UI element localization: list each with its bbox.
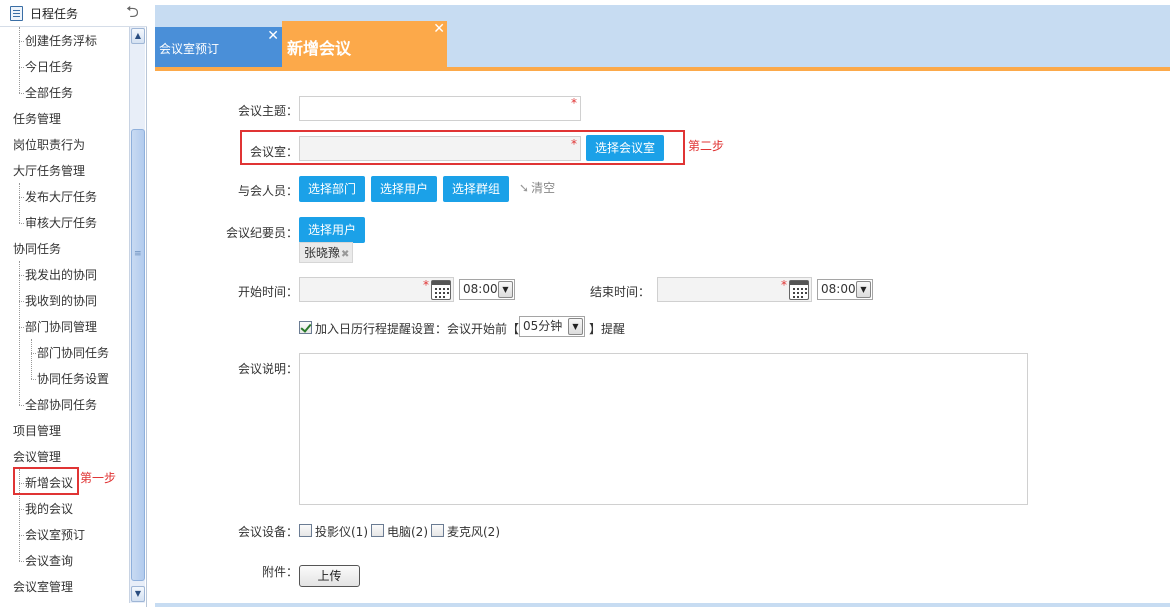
subject-input[interactable] — [299, 96, 581, 121]
select-department-button[interactable]: 选择部门 — [299, 176, 366, 202]
start-time-select[interactable]: 08:00 ▼ — [459, 279, 515, 300]
start-calendar-icon[interactable] — [431, 280, 451, 300]
step1-annotation: 第一步 — [80, 471, 117, 485]
sidebar-item-room-booking[interactable]: 会议室预订 — [25, 524, 85, 546]
attachment-label: 附件： — [261, 565, 298, 579]
attendees-label: 与会人员： — [237, 184, 298, 198]
sidebar-scrollbar[interactable]: ▲ ≡ ▼ — [129, 27, 145, 603]
calendar-reminder-label: 加入日历行程提醒设置：会议开始前【 — [315, 322, 520, 336]
description-textarea[interactable] — [299, 353, 1028, 505]
subject-label: 会议主题： — [237, 104, 298, 118]
remove-tag-icon[interactable]: ✖ — [341, 249, 349, 260]
chevron-down-icon[interactable]: ▼ — [856, 281, 871, 298]
room-input[interactable] — [299, 136, 581, 161]
calendar-icon — [10, 6, 23, 21]
sidebar-item-job-duties[interactable]: 岗位职责行为 — [13, 134, 85, 156]
room-label: 会议室： — [249, 145, 298, 159]
sidebar-item-received-collab[interactable]: 我收到的协同 — [25, 290, 97, 312]
equipment-projector-checkbox[interactable] — [299, 524, 312, 537]
recorder-select-user-button[interactable]: 选择用户 — [299, 217, 366, 243]
select-user-button[interactable]: 选择用户 — [371, 176, 438, 202]
sidebar-item-sent-collab[interactable]: 我发出的协同 — [25, 264, 97, 286]
sidebar-item-review-hall-task[interactable]: 审核大厅任务 — [25, 212, 97, 234]
chevron-down-icon[interactable]: ▼ — [568, 318, 583, 335]
sidebar-item-today-tasks[interactable]: 今日任务 — [25, 56, 73, 78]
equipment-projector-label: 投影仪(1) — [315, 525, 368, 539]
tree-guide-line — [19, 27, 20, 93]
sidebar-item-all-collab-tasks[interactable]: 全部协同任务 — [25, 394, 97, 416]
tree-guide-line — [19, 183, 20, 223]
sidebar-item-collab-task-settings[interactable]: 协同任务设置 — [37, 368, 109, 390]
sidebar-header: 日程任务 ⮌ — [0, 0, 147, 27]
upload-button[interactable]: 上传 — [299, 565, 360, 587]
sidebar: 日程任务 ⮌ 创建任务浮标 今日任务 全部任务 任务管理 岗位职责行为 大厅任务… — [0, 0, 147, 607]
sidebar-item-create-task-float[interactable]: 创建任务浮标 — [25, 30, 97, 52]
sidebar-item-hall-task-management[interactable]: 大厅任务管理 — [13, 160, 85, 182]
equipment-computer-label: 电脑(2) — [387, 525, 428, 539]
equipment-microphone-checkbox[interactable] — [431, 524, 444, 537]
scroll-grip-icon: ≡ — [134, 249, 142, 259]
calendar-reminder-checkbox[interactable] — [299, 321, 312, 334]
sidebar-item-task-management[interactable]: 任务管理 — [13, 108, 61, 130]
scroll-up-icon[interactable]: ▲ — [131, 28, 145, 44]
clear-link[interactable]: ➘ 清空 — [519, 179, 555, 196]
sidebar-item-dept-collab-management[interactable]: 部门协同管理 — [25, 316, 97, 338]
select-group-button[interactable]: 选择群组 — [443, 176, 510, 202]
equipment-microphone-label: 麦克风(2) — [447, 525, 500, 539]
sidebar-item-meeting-query[interactable]: 会议查询 — [25, 550, 73, 572]
chevron-down-icon[interactable]: ▼ — [498, 281, 513, 298]
required-mark: * — [571, 96, 577, 110]
sidebar-item-publish-hall-task[interactable]: 发布大厅任务 — [25, 186, 97, 208]
scroll-down-icon[interactable]: ▼ — [131, 586, 145, 602]
close-icon[interactable]: ✕ — [267, 29, 279, 43]
description-label: 会议说明： — [237, 362, 298, 376]
recorder-tag: 张晓豫✖ — [299, 242, 354, 263]
clear-arrow-icon: ➘ — [519, 181, 530, 195]
sidebar-item-meeting-management[interactable]: 会议管理 — [13, 446, 61, 468]
close-icon[interactable]: ✕ — [433, 22, 445, 36]
start-time-label: 开始时间： — [237, 285, 298, 299]
step1-highlight-box — [13, 467, 79, 495]
tree-guide-line — [31, 339, 32, 379]
end-time-label: 结束时间： — [589, 285, 650, 299]
required-mark: * — [423, 278, 429, 292]
sidebar-title: 日程任务 — [30, 7, 79, 21]
tree-guide-line — [19, 261, 20, 405]
sidebar-item-room-management[interactable]: 会议室管理 — [13, 576, 73, 598]
sidebar-item-dept-collab-tasks[interactable]: 部门协同任务 — [37, 342, 109, 364]
sidebar-item-project-management[interactable]: 项目管理 — [13, 420, 61, 442]
end-calendar-icon[interactable] — [789, 280, 809, 300]
sidebar-item-all-tasks[interactable]: 全部任务 — [25, 82, 73, 104]
sidebar-item-collab-tasks[interactable]: 协同任务 — [13, 238, 61, 260]
equipment-computer-checkbox[interactable] — [371, 524, 384, 537]
undo-arrow-icon[interactable]: ⮌ — [126, 3, 139, 21]
recorder-label: 会议纪要员： — [225, 226, 298, 240]
sidebar-item-my-meetings[interactable]: 我的会议 — [25, 498, 73, 520]
scrollbar-thumb[interactable] — [131, 129, 145, 581]
required-mark: * — [781, 278, 787, 292]
end-time-select[interactable]: 08:00 ▼ — [817, 279, 873, 300]
tab-label: 会议室预订 — [159, 42, 220, 56]
reminder-select[interactable]: 05分钟 ▼ — [519, 316, 585, 337]
select-room-button[interactable]: 选择会议室 — [586, 135, 665, 161]
equipment-label: 会议设备： — [237, 525, 298, 539]
reminder-suffix: 】提醒 — [589, 322, 626, 336]
app-window: 日程任务 ⮌ 创建任务浮标 今日任务 全部任务 任务管理 岗位职责行为 大厅任务… — [0, 0, 1170, 607]
tab-new-meeting[interactable]: 新增会议 ✕ — [282, 21, 447, 67]
bottom-border — [155, 603, 1170, 607]
step2-annotation: 第二步 — [688, 139, 725, 153]
tab-label: 新增会议 — [287, 39, 352, 58]
required-mark: * — [571, 137, 577, 151]
tab-bar: 会议室预订 ✕ 新增会议 ✕ — [155, 5, 1170, 71]
sidebar-tree: 创建任务浮标 今日任务 全部任务 任务管理 岗位职责行为 大厅任务管理 发布大厅… — [0, 27, 129, 607]
tab-room-booking[interactable]: 会议室预订 ✕ — [155, 27, 282, 67]
